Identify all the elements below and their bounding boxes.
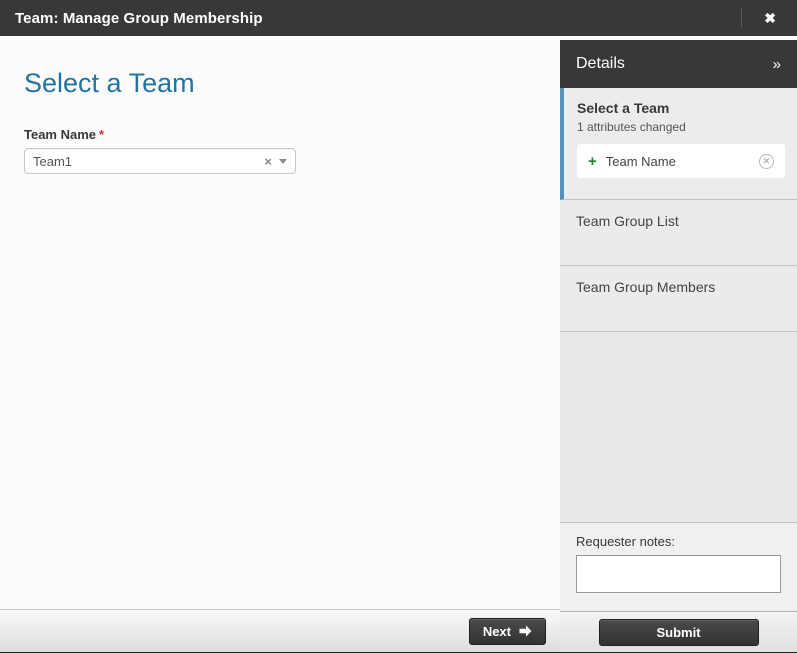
- details-sidebar: Details » Select a Team 1 attributes cha…: [560, 36, 797, 652]
- arrow-right-icon: [519, 625, 532, 637]
- team-name-label: Team Name*: [24, 127, 536, 142]
- page-title: Select a Team: [24, 68, 536, 99]
- main-content: Select a Team Team Name* Team1 ×: [0, 36, 560, 609]
- titlebar-divider: [741, 8, 742, 28]
- sidebar-section-select-a-team[interactable]: Select a Team 1 attributes changed + Tea…: [560, 88, 797, 200]
- collapse-panel-icon[interactable]: »: [773, 56, 781, 73]
- changed-attribute-chip: + Team Name ✕: [577, 144, 785, 178]
- chevron-down-icon[interactable]: [279, 159, 287, 164]
- next-button-label: Next: [483, 624, 511, 639]
- next-button[interactable]: Next: [469, 618, 546, 645]
- active-section-title: Select a Team: [577, 100, 785, 116]
- requester-notes-input[interactable]: [576, 555, 781, 593]
- team-name-combobox[interactable]: Team1 ×: [24, 148, 296, 174]
- submit-button[interactable]: Submit: [599, 619, 759, 646]
- dialog-title: Team: Manage Group Membership: [15, 10, 741, 27]
- attributes-changed-text: 1 attributes changed: [577, 120, 785, 134]
- manage-group-membership-dialog: Team: Manage Group Membership ✖ Select a…: [0, 0, 797, 653]
- clear-selection-icon[interactable]: ×: [264, 155, 272, 168]
- combobox-selected-value: Team1: [33, 154, 264, 169]
- plus-icon: +: [588, 154, 597, 169]
- details-header: Details »: [560, 40, 797, 88]
- main-pane: Select a Team Team Name* Team1 × Next: [0, 36, 560, 652]
- sidebar-empty-area: [560, 332, 797, 523]
- requester-notes-label: Requester notes:: [576, 534, 781, 549]
- required-asterisk: *: [99, 127, 104, 142]
- close-icon[interactable]: ✖: [758, 7, 782, 29]
- remove-attribute-icon[interactable]: ✕: [759, 154, 774, 169]
- sidebar-footer: Submit: [560, 611, 797, 652]
- sidebar-section-team-group-list[interactable]: Team Group List: [560, 200, 797, 266]
- dialog-titlebar: Team: Manage Group Membership ✖: [0, 0, 797, 36]
- changed-attribute-label: Team Name: [606, 154, 759, 169]
- details-title: Details: [576, 55, 773, 73]
- main-footer: Next: [0, 609, 560, 652]
- dialog-body: Select a Team Team Name* Team1 × Next: [0, 36, 797, 652]
- sidebar-section-team-group-members[interactable]: Team Group Members: [560, 266, 797, 332]
- requester-notes-area: Requester notes:: [560, 523, 797, 611]
